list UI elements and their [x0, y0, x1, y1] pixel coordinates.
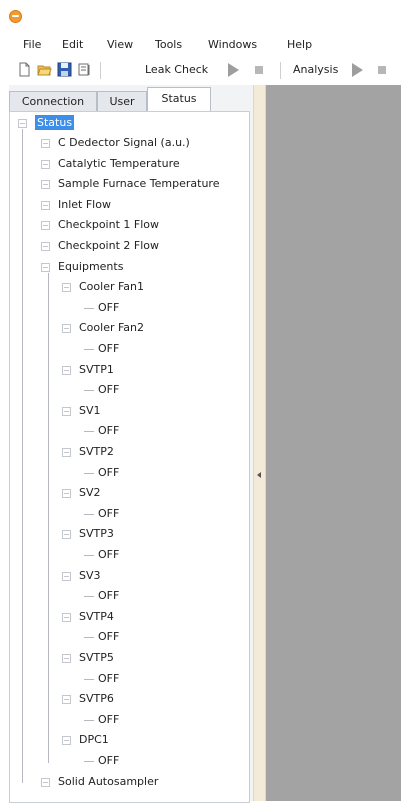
tree-connector-line	[84, 555, 94, 556]
left-panel: Connection User Status Status C Dedector…	[9, 85, 253, 803]
tree-expand-icon[interactable]	[41, 200, 50, 210]
tree-expand-icon[interactable]	[62, 571, 71, 581]
status-collapse-icon[interactable]	[18, 119, 27, 128]
toolbar-separator	[100, 62, 101, 79]
menu-bar: File Edit View Tools Windows Help	[0, 36, 401, 56]
leak-check-play-icon[interactable]	[228, 63, 239, 77]
tree-item[interactable]: Checkpoint 2 Flow	[58, 237, 159, 255]
tree-expand-icon[interactable]	[62, 695, 71, 705]
equipment-node[interactable]: SV3	[79, 567, 101, 585]
menu-edit[interactable]: Edit	[62, 38, 83, 51]
tree-connector-line	[84, 349, 94, 350]
status-tree[interactable]: Status C Dedector Signal (a.u.) Catalytic…	[9, 111, 250, 803]
equipment-state[interactable]: OFF	[98, 505, 119, 523]
equipment-state[interactable]: OFF	[98, 340, 119, 358]
tree-connector-line	[84, 513, 94, 515]
analysis-label[interactable]: Analysis	[293, 63, 338, 76]
equipment-node[interactable]: SV2	[79, 484, 101, 502]
equipment-state[interactable]: OFF	[98, 752, 119, 770]
new-file-icon[interactable]	[17, 62, 32, 77]
tab-user[interactable]: User	[97, 91, 147, 111]
tree-expand-icon[interactable]	[62, 365, 71, 375]
tree-item[interactable]: Checkpoint 1 Flow	[58, 216, 159, 234]
tree-connector-line	[84, 390, 94, 392]
tree-root-status[interactable]: Status	[35, 114, 75, 132]
equipment-state[interactable]: OFF	[98, 422, 119, 440]
tree-expand-icon[interactable]	[62, 448, 71, 457]
tree-expand-icon[interactable]	[62, 406, 71, 416]
collapse-arrow-icon[interactable]	[257, 472, 261, 478]
tree-connector-line	[84, 307, 94, 309]
tree-expand-icon[interactable]	[41, 262, 50, 272]
app-icon[interactable]	[9, 10, 22, 23]
equipment-state[interactable]: OFF	[98, 670, 119, 688]
equipment-state[interactable]: OFF	[98, 711, 119, 729]
tree-connector-line	[22, 129, 23, 783]
tree-connector-line	[84, 596, 94, 598]
leak-check-label[interactable]: Leak Check	[145, 63, 208, 76]
equipment-state[interactable]: OFF	[98, 628, 119, 646]
menu-tools[interactable]: Tools	[155, 38, 182, 51]
equipment-node[interactable]: DPC1	[79, 731, 109, 749]
tree-item[interactable]: Equipments	[58, 258, 123, 276]
equipment-node[interactable]: SVTP5	[79, 649, 114, 667]
save-icon[interactable]	[57, 62, 72, 77]
tree-expand-icon[interactable]	[62, 283, 71, 293]
tree-expand-icon[interactable]	[41, 139, 50, 148]
tab-connection[interactable]: Connection	[9, 91, 97, 111]
tree-expand-icon[interactable]	[41, 221, 50, 231]
equipment-state[interactable]: OFF	[98, 464, 119, 482]
tree-connector-line	[84, 637, 94, 639]
tree-connector-line	[84, 719, 94, 721]
equipment-node[interactable]: SVTP4	[79, 608, 114, 626]
equipment-state[interactable]: OFF	[98, 299, 119, 317]
tree-connector-line	[84, 431, 94, 433]
tree-expand-icon[interactable]	[62, 530, 71, 540]
equipment-state[interactable]: OFF	[98, 587, 119, 605]
tree-item[interactable]: C Dedector Signal (a.u.)	[58, 134, 190, 152]
tree-expand-icon[interactable]	[62, 612, 71, 622]
open-folder-icon[interactable]	[37, 62, 52, 77]
tree-connector-line	[84, 678, 94, 680]
equipment-node[interactable]: SV1	[79, 402, 101, 420]
tab-status[interactable]: Status	[147, 87, 211, 112]
analysis-play-icon[interactable]	[352, 63, 363, 77]
menu-windows[interactable]: Windows	[208, 38, 257, 51]
tree-item[interactable]: Sample Furnace Temperature	[58, 175, 219, 193]
menu-view[interactable]: View	[107, 38, 133, 51]
leak-check-stop-icon[interactable]	[255, 66, 263, 74]
tree-connector-line	[48, 273, 49, 763]
tree-expand-icon[interactable]	[41, 180, 50, 190]
tree-expand-icon[interactable]	[41, 242, 50, 251]
equipment-node[interactable]: SVTP3	[79, 525, 114, 543]
analysis-stop-icon[interactable]	[378, 66, 386, 74]
tree-expand-icon[interactable]	[62, 489, 71, 499]
equipment-node[interactable]: Cooler Fan2	[79, 319, 144, 337]
tree-connector-line	[84, 472, 94, 474]
tree-item[interactable]: Inlet Flow	[58, 196, 111, 214]
equipment-node[interactable]: Cooler Fan1	[79, 278, 144, 296]
panel-splitter[interactable]	[253, 85, 266, 801]
toolbar-separator	[280, 62, 281, 79]
tab-strip: Connection User Status	[9, 85, 253, 113]
tree-item[interactable]: Catalytic Temperature	[58, 155, 180, 173]
tree-expand-icon[interactable]	[62, 654, 71, 663]
tree-connector-line	[84, 761, 94, 762]
tree-expand-icon[interactable]	[62, 736, 71, 746]
equipment-node[interactable]: SVTP2	[79, 443, 114, 461]
menu-file[interactable]: File	[23, 38, 41, 51]
equipment-node[interactable]: SVTP1	[79, 361, 114, 379]
tree-item[interactable]: Solid Autosampler	[58, 773, 158, 791]
tree-expand-icon[interactable]	[62, 324, 71, 334]
title-bar	[0, 0, 401, 34]
main-content-area	[266, 85, 401, 801]
toolbar: Leak Check Analysis	[0, 58, 401, 84]
tree-expand-icon[interactable]	[41, 159, 50, 169]
equipment-node[interactable]: SVTP6	[79, 690, 114, 708]
print-preview-icon[interactable]	[77, 62, 92, 77]
equipment-state[interactable]: OFF	[98, 546, 119, 564]
tree-expand-icon[interactable]	[41, 777, 50, 787]
menu-help[interactable]: Help	[287, 38, 312, 51]
equipment-state[interactable]: OFF	[98, 381, 119, 399]
